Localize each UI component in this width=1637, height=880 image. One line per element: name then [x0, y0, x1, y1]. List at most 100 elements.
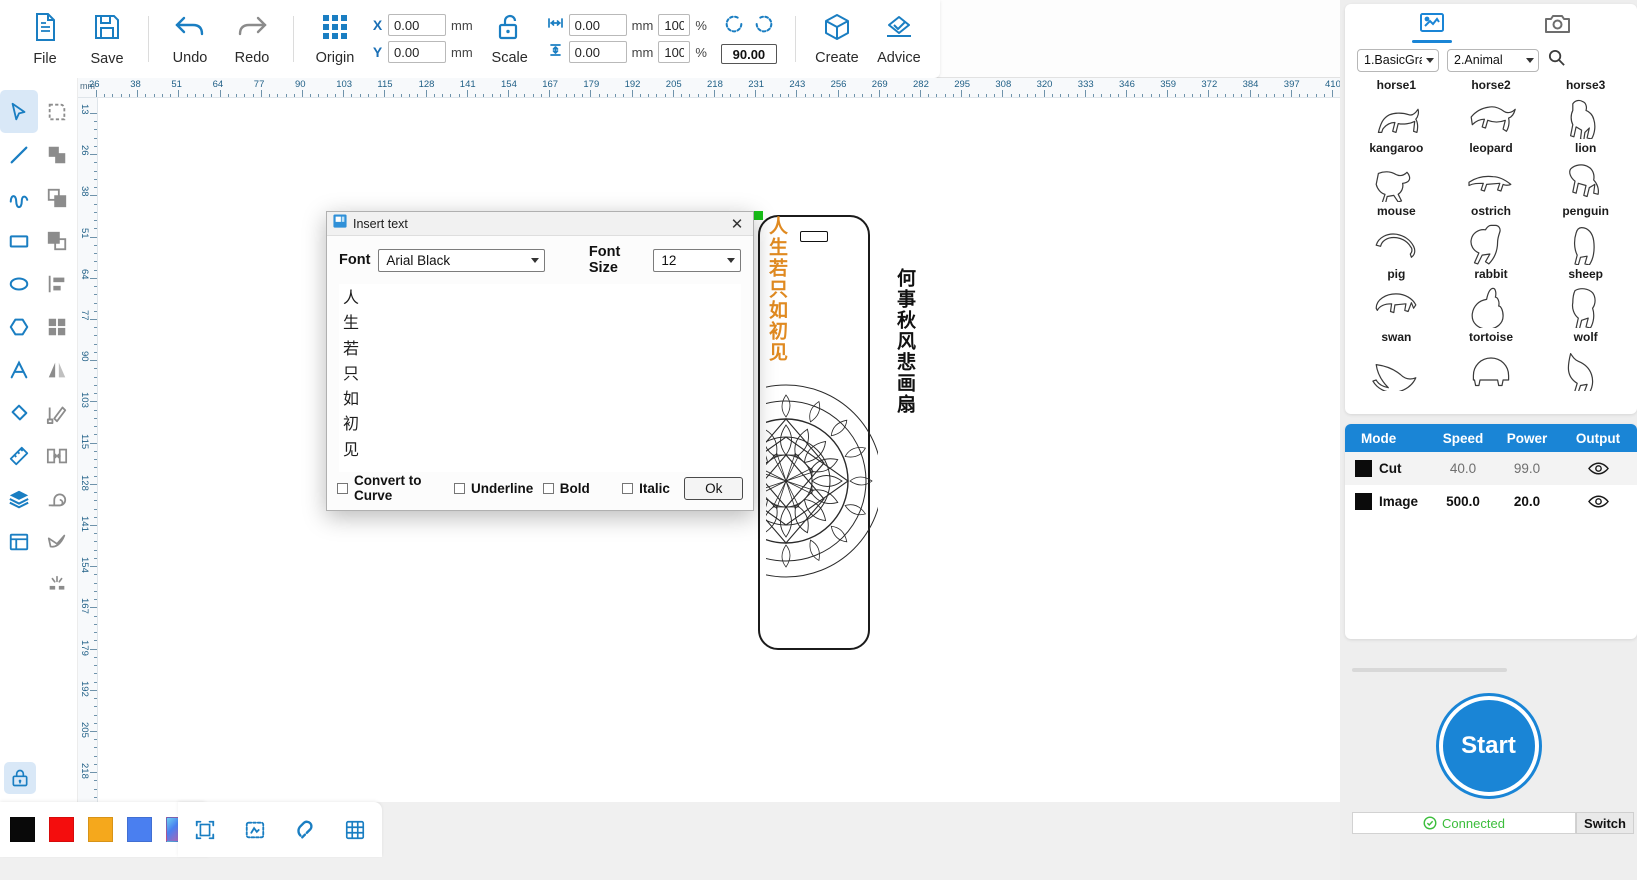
origin-button[interactable]: Origin — [304, 6, 366, 72]
rotation-input[interactable] — [720, 44, 777, 64]
layer-color-chip[interactable] — [1355, 460, 1372, 477]
rotate-ccw-icon[interactable] — [723, 13, 745, 40]
lock-button[interactable] — [4, 762, 36, 794]
table-row[interactable]: Cut 40.0 99.0 — [1345, 452, 1637, 485]
height-percent-input[interactable] — [658, 41, 691, 63]
library-item[interactable]: kangaroo — [1349, 141, 1444, 204]
polygon-tool[interactable] — [0, 305, 38, 348]
ellipse-tool[interactable] — [0, 262, 38, 305]
camera-tab[interactable] — [1544, 12, 1571, 48]
table-cell-speed[interactable]: 500.0 — [1431, 494, 1495, 509]
file-button[interactable]: File — [14, 6, 76, 72]
undo-button[interactable]: Undo — [159, 6, 221, 72]
intersect-shapes-tool[interactable] — [38, 219, 76, 262]
height-input[interactable] — [568, 41, 627, 63]
library-item[interactable]: swan — [1349, 330, 1444, 393]
library-item[interactable]: leopard — [1444, 141, 1539, 204]
magnet-snap-icon[interactable] — [292, 817, 318, 843]
text-input-area[interactable]: 人 生 若 只 如 初 见 — [339, 284, 741, 472]
table-row[interactable]: Image 500.0 20.0 — [1345, 485, 1637, 518]
curve-tool[interactable] — [0, 176, 38, 219]
rotate-cw-icon[interactable] — [753, 13, 775, 40]
measure-tool[interactable] — [0, 434, 38, 477]
library-item[interactable]: sheep — [1538, 267, 1633, 330]
font-select[interactable]: Arial Black — [378, 248, 545, 272]
advice-button[interactable]: Advice — [868, 6, 930, 72]
union-shapes-tool[interactable] — [38, 133, 76, 176]
layout-template-tool[interactable] — [0, 520, 38, 563]
library-item[interactable]: horse3 — [1538, 78, 1633, 141]
underline-checkbox[interactable]: Underline — [454, 481, 543, 496]
library-item[interactable]: horse1 — [1349, 78, 1444, 141]
offset-path-tool[interactable] — [38, 477, 76, 520]
y-input[interactable] — [388, 41, 446, 63]
insert-text-dialog[interactable]: Insert text ✕ Font Arial Black Font Size… — [326, 211, 754, 511]
spark-engrave-tool[interactable] — [38, 563, 76, 606]
library-item[interactable]: lion — [1538, 141, 1633, 204]
color-swatch[interactable] — [88, 817, 113, 842]
ok-button[interactable]: Ok — [684, 476, 744, 500]
library-item[interactable]: ostrich — [1444, 204, 1539, 267]
italic-checkbox[interactable]: Italic — [622, 481, 684, 496]
library-item[interactable]: horse2 — [1444, 78, 1539, 141]
marquee-select-tool[interactable] — [38, 90, 76, 133]
frame-fit-tool[interactable] — [38, 434, 76, 477]
node-select-icon[interactable] — [242, 817, 268, 843]
table-cell-power[interactable]: 20.0 — [1495, 494, 1559, 509]
color-swatch[interactable] — [127, 817, 152, 842]
library-item[interactable]: wolf — [1538, 330, 1633, 393]
horizontal-ruler[interactable]: mm 26 38 51 64 77 90 103 115 128 141 154 167 179 192 2… — [78, 78, 1340, 98]
grid-toggle-icon[interactable] — [342, 817, 368, 843]
select-frame-icon[interactable] — [192, 817, 218, 843]
align-left-tool[interactable] — [38, 262, 76, 305]
library-tab[interactable] — [1411, 12, 1452, 48]
ruler-tick-label: 346 — [1119, 79, 1135, 90]
library-item[interactable]: rabbit — [1444, 267, 1539, 330]
close-icon[interactable]: ✕ — [727, 214, 747, 234]
color-swatch[interactable] — [49, 817, 74, 842]
search-icon[interactable] — [1547, 48, 1566, 72]
line-tool[interactable] — [0, 133, 38, 176]
redo-button[interactable]: Redo — [221, 6, 283, 72]
font-size-select[interactable]: 12 — [653, 248, 741, 272]
subtract-shapes-tool[interactable] — [38, 176, 76, 219]
library-item[interactable]: tortoise — [1444, 330, 1539, 393]
canvas-black-text[interactable]: 何事秋风悲画扇 — [891, 268, 918, 415]
dialog-titlebar[interactable]: Insert text ✕ — [327, 212, 753, 236]
start-button[interactable]: Start — [1435, 693, 1542, 799]
table-cell-speed[interactable]: 40.0 — [1431, 461, 1495, 476]
width-input[interactable] — [568, 14, 627, 36]
bold-checkbox[interactable]: Bold — [542, 481, 622, 496]
canvas-orange-text[interactable]: 人生若只如初见 — [763, 216, 790, 363]
eye-icon[interactable] — [1559, 494, 1637, 509]
mirror-flip-tool[interactable] — [38, 348, 76, 391]
ruler-tick-label: 205 — [79, 722, 90, 738]
eye-icon[interactable] — [1559, 461, 1637, 476]
mandala-image[interactable] — [766, 370, 878, 592]
width-percent-input[interactable] — [658, 14, 691, 36]
library-item[interactable]: penguin — [1538, 204, 1633, 267]
scale-button[interactable]: Scale — [479, 6, 541, 72]
convert-to-curve-checkbox[interactable]: Convert to Curve — [337, 473, 454, 503]
color-swatch[interactable] — [10, 817, 35, 842]
layers-tool[interactable] — [0, 477, 38, 520]
x-input[interactable] — [388, 14, 446, 36]
category-1-select[interactable]: 1.BasicGraph — [1357, 48, 1439, 72]
save-button[interactable]: Save — [76, 6, 138, 72]
selection-handle-top-left[interactable] — [754, 211, 763, 220]
grid-arrange-tool[interactable] — [38, 305, 76, 348]
category-2-select[interactable]: 2.Animal — [1447, 48, 1539, 72]
rectangle-tool[interactable] — [0, 219, 38, 262]
vertical-ruler[interactable]: 13 26 38 51 64 77 90 103 115 128 141 154 167 179 192 20… — [78, 98, 98, 802]
library-item[interactable]: pig — [1349, 267, 1444, 330]
node-edit-tool[interactable] — [38, 391, 76, 434]
switch-button[interactable]: Switch — [1576, 812, 1634, 834]
eraser-tool[interactable] — [0, 391, 38, 434]
table-cell-power[interactable]: 99.0 — [1495, 461, 1559, 476]
text-tool[interactable] — [0, 348, 38, 391]
pen-path-tool[interactable] — [38, 520, 76, 563]
layer-color-chip[interactable] — [1355, 493, 1372, 510]
library-item[interactable]: mouse — [1349, 204, 1444, 267]
select-arrow-tool[interactable] — [0, 90, 38, 133]
create-button[interactable]: Create — [806, 6, 868, 72]
